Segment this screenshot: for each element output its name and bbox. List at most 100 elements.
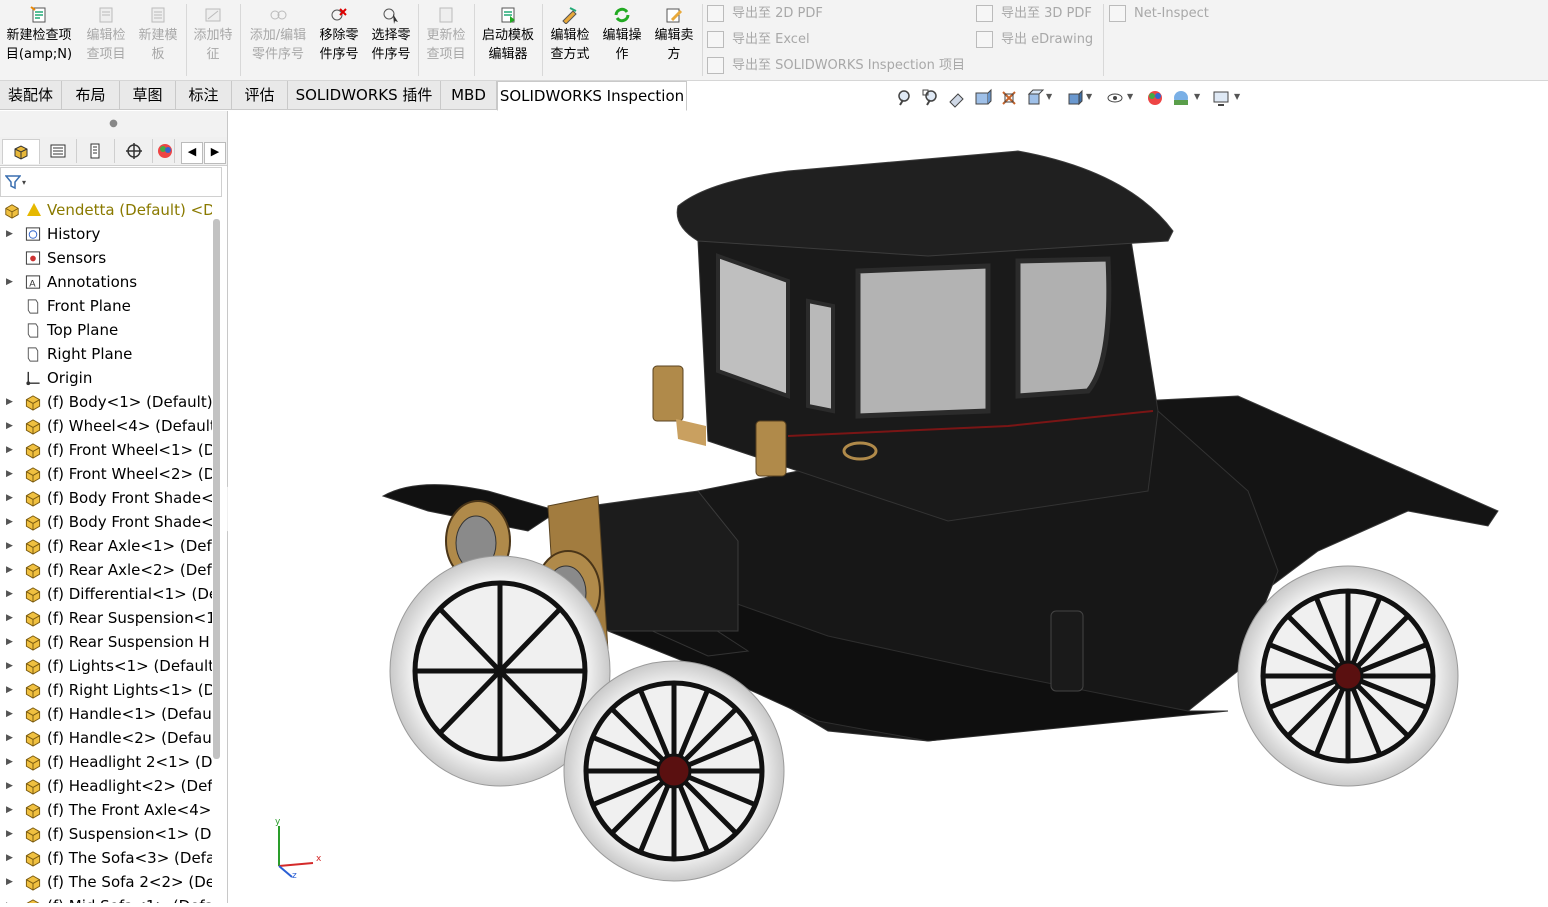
tree-item[interactable]: ▶ (f) Handle<2> (Defaul xyxy=(0,726,212,750)
expand-arrow-icon[interactable]: ▶ xyxy=(6,606,13,630)
tree-item[interactable]: ▶ (f) Right Lights<1> (D xyxy=(0,678,212,702)
export-inspection-project-button[interactable]: 导出至 SOLIDWORKS Inspection 项目 xyxy=(707,56,965,76)
tree-item[interactable]: Top Plane xyxy=(0,318,212,342)
dropdown-arrow-icon[interactable]: ▼ xyxy=(1086,92,1092,101)
expand-arrow-icon[interactable]: ▶ xyxy=(6,270,13,294)
tree-item[interactable]: ▶ (f) Lights<1> (Default) xyxy=(0,654,212,678)
new-template-button[interactable]: 新建模 板 xyxy=(134,2,182,64)
remove-balloon-button[interactable]: 移除零 件序号 xyxy=(314,2,364,64)
expand-arrow-icon[interactable]: ▶ xyxy=(6,558,13,582)
expand-arrow-icon[interactable]: ▶ xyxy=(6,486,13,510)
section-view-icon[interactable] xyxy=(973,88,993,108)
expand-arrow-icon[interactable]: ▶ xyxy=(6,822,13,846)
tree-filter-input[interactable]: ▾ xyxy=(0,167,222,197)
tab-solidworks-inspection[interactable]: SOLIDWORKS Inspection xyxy=(497,81,687,111)
tree-item[interactable]: ▶ A Annotations xyxy=(0,270,212,294)
expand-arrow-icon[interactable]: ▶ xyxy=(6,534,13,558)
tree-item[interactable]: ▶ (f) Mid Sofa<1> (Defa xyxy=(0,894,212,903)
apply-scene-icon[interactable] xyxy=(1171,88,1191,108)
tree-item[interactable]: ▶ (f) Front Wheel<1> (D xyxy=(0,438,212,462)
tree-item[interactable]: ▶ (f) Rear Suspension<1 xyxy=(0,606,212,630)
expand-arrow-icon[interactable]: ▶ xyxy=(6,726,13,750)
export-edrawing-button[interactable]: 导出 eDrawing xyxy=(976,30,1093,50)
tabs-scroll-left-button[interactable]: ◀ xyxy=(181,142,203,164)
add-feature-button[interactable]: 添加特 征 xyxy=(189,2,237,64)
dropdown-arrow-icon[interactable]: ▼ xyxy=(1127,92,1133,101)
select-balloon-button[interactable]: 选择零 件序号 xyxy=(366,2,416,64)
graphics-area[interactable]: y x z xyxy=(228,111,1548,903)
tree-item[interactable]: ▶ History xyxy=(0,222,212,246)
tree-item[interactable]: ▶ (f) Rear Axle<2> (Defa xyxy=(0,558,212,582)
view-orientation-icon[interactable] xyxy=(1025,88,1045,108)
tab-solidworks-addins[interactable]: SOLIDWORKS 插件 xyxy=(288,81,441,110)
expand-arrow-icon[interactable]: ▶ xyxy=(6,678,13,702)
tab-featuremanager[interactable] xyxy=(2,139,40,164)
tree-item[interactable]: ▶ (f) Wheel<4> (Default xyxy=(0,414,212,438)
car-model-render[interactable] xyxy=(228,111,1548,903)
previous-view-icon[interactable] xyxy=(947,88,967,108)
expand-arrow-icon[interactable]: ▶ xyxy=(6,222,13,246)
tree-scrollbar[interactable] xyxy=(213,219,220,759)
tab-propertymanager[interactable] xyxy=(40,139,77,163)
tree-item[interactable]: ▶ (f) Headlight 2<1> (De xyxy=(0,750,212,774)
expand-arrow-icon[interactable]: ▶ xyxy=(6,750,13,774)
edit-appearance-icon[interactable] xyxy=(1145,88,1165,108)
tree-item[interactable]: ▶ (f) Handle<1> (Defaul xyxy=(0,702,212,726)
tree-item[interactable]: ▶ (f) The Front Axle<4> xyxy=(0,798,212,822)
tab-layout[interactable]: 布局 xyxy=(62,81,120,110)
export-3d-pdf-button[interactable]: 导出至 3D PDF xyxy=(976,4,1092,24)
tree-item[interactable]: Right Plane xyxy=(0,342,212,366)
tree-item[interactable]: ▶ (f) Front Wheel<2> (D xyxy=(0,462,212,486)
zoom-to-fit-icon[interactable] xyxy=(895,88,915,108)
expand-arrow-icon[interactable]: ▶ xyxy=(6,510,13,534)
update-inspection-project-button[interactable]: 更新检 查项目 xyxy=(421,2,471,64)
dynamic-annotation-icon[interactable] xyxy=(999,88,1019,108)
tree-item[interactable]: Front Plane xyxy=(0,294,212,318)
display-style-icon[interactable] xyxy=(1065,88,1085,108)
expand-arrow-icon[interactable]: ▶ xyxy=(6,414,13,438)
new-inspection-project-button[interactable]: 新建检查项 目(amp;N) xyxy=(2,2,76,64)
tree-item[interactable]: ▶ (f) Differential<1> (De xyxy=(0,582,212,606)
export-2d-pdf-button[interactable]: 导出至 2D PDF xyxy=(707,4,823,24)
tree-item[interactable]: ▶ (f) Suspension<1> (De xyxy=(0,822,212,846)
dropdown-arrow-icon[interactable]: ▼ xyxy=(1046,92,1052,101)
tree-item[interactable]: ▶ (f) Rear Suspension H xyxy=(0,630,212,654)
export-excel-button[interactable]: 导出至 Excel xyxy=(707,30,810,50)
view-settings-icon[interactable] xyxy=(1211,88,1231,108)
net-inspect-button[interactable]: Net-Inspect xyxy=(1109,4,1209,24)
tree-root-assembly[interactable]: Vendetta (Default) <D xyxy=(0,198,212,222)
tree-item[interactable]: ▶ (f) Headlight<2> (Defa xyxy=(0,774,212,798)
tree-item[interactable]: Sensors xyxy=(0,246,212,270)
edit-vendor-button[interactable]: 编辑卖 方 xyxy=(649,2,699,64)
expand-arrow-icon[interactable]: ▶ xyxy=(6,582,13,606)
expand-arrow-icon[interactable]: ▶ xyxy=(6,870,13,894)
tree-item[interactable]: ▶ (f) The Sofa 2<2> (Def xyxy=(0,870,212,894)
tree-item[interactable]: ▶ (f) Body Front Shade< xyxy=(0,486,212,510)
tab-configurationmanager[interactable] xyxy=(78,139,115,163)
dropdown-arrow-icon[interactable]: ▼ xyxy=(1234,92,1240,101)
add-edit-balloon-button[interactable]: 添加/编辑 零件序号 xyxy=(244,2,312,64)
tab-mbd[interactable]: MBD xyxy=(441,81,497,110)
tree-item[interactable]: ▶ (f) The Sofa<3> (Defau xyxy=(0,846,212,870)
expand-arrow-icon[interactable]: ▶ xyxy=(6,774,13,798)
tree-item[interactable]: ▶ (f) Rear Axle<1> (Defa xyxy=(0,534,212,558)
tree-item[interactable]: ▶ (f) Body Front Shade< xyxy=(0,510,212,534)
dropdown-arrow-icon[interactable]: ▼ xyxy=(1194,92,1200,101)
tab-evaluate[interactable]: 评估 xyxy=(232,81,288,110)
expand-arrow-icon[interactable]: ▶ xyxy=(6,630,13,654)
expand-arrow-icon[interactable]: ▶ xyxy=(6,702,13,726)
expand-arrow-icon[interactable]: ▶ xyxy=(6,390,13,414)
expand-arrow-icon[interactable]: ▶ xyxy=(6,462,13,486)
tree-item[interactable]: Origin xyxy=(0,366,212,390)
tree-item[interactable]: ▶ (f) Body<1> (Default) xyxy=(0,390,212,414)
expand-arrow-icon[interactable]: ▶ xyxy=(6,654,13,678)
expand-arrow-icon[interactable]: ▶ xyxy=(6,894,13,903)
expand-arrow-icon[interactable]: ▶ xyxy=(6,798,13,822)
tab-sketch[interactable]: 草图 xyxy=(120,81,176,110)
tab-dimxpertmanager[interactable] xyxy=(116,139,153,163)
zoom-to-area-icon[interactable] xyxy=(921,88,941,108)
expand-arrow-icon[interactable]: ▶ xyxy=(6,438,13,462)
edit-inspection-method-button[interactable]: 编辑检 查方式 xyxy=(545,2,595,64)
expand-arrow-icon[interactable]: ▶ xyxy=(6,846,13,870)
panel-grip[interactable]: ● xyxy=(0,111,227,137)
